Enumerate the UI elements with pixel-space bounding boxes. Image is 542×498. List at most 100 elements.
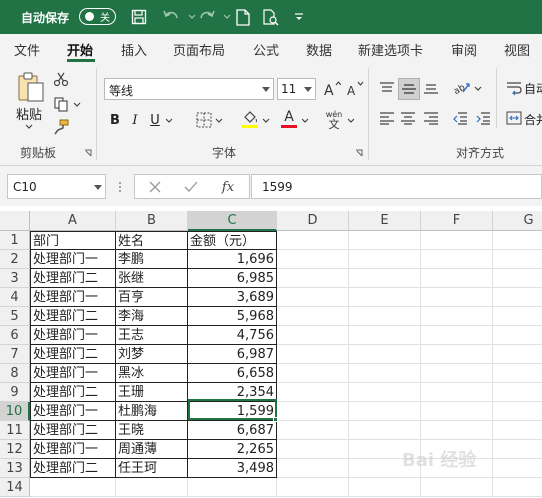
cell-f14[interactable] [421,478,493,497]
cell-a10[interactable]: 处理部门一 [30,402,116,421]
formula-input[interactable]: 1599 [251,174,542,199]
cell-a4[interactable]: 处理部门一 [30,288,116,307]
fill-handle[interactable] [273,417,278,422]
row-header-3[interactable]: 3 [0,269,30,288]
customize-toolbar-icon[interactable] [290,8,308,26]
orientation-dropdown-icon[interactable] [473,84,483,92]
cell-c5[interactable]: 5,968 [188,307,277,326]
cell-a7[interactable]: 处理部门二 [30,345,116,364]
cell-b7[interactable]: 刘梦 [116,345,188,364]
paste-icon[interactable] [15,70,47,104]
phonetic-guide-button[interactable]: wén 文 [322,108,346,132]
borders-dropdown-icon[interactable] [214,116,224,124]
cell-f3[interactable] [421,269,493,288]
cell-f2[interactable] [421,250,493,269]
name-box[interactable]: C10 [7,174,106,199]
cell-b11[interactable]: 王晓 [116,421,188,440]
cell-d6[interactable] [277,326,349,345]
cell-c7[interactable]: 6,987 [188,345,277,364]
cell-g14[interactable] [493,478,542,497]
italic-button[interactable]: I [126,110,144,130]
row-header-10[interactable]: 10 [0,402,30,421]
cell-g12[interactable] [493,440,542,459]
cell-f11[interactable] [421,421,493,440]
cell-e1[interactable] [349,231,421,250]
spreadsheet-grid[interactable]: A B C D E F G 1 部门 姓名 金额（元） 2 处理部门一 李鹏 1,696 3 处理部门二 张继 6,… [0,206,542,498]
print-preview-icon[interactable] [262,8,280,26]
cell-d7[interactable] [277,345,349,364]
bold-button[interactable]: B [106,110,124,130]
redo-icon[interactable] [198,8,216,26]
cell-b5[interactable]: 李海 [116,307,188,326]
cell-d2[interactable] [277,250,349,269]
cell-a3[interactable]: 处理部门二 [30,269,116,288]
cell-f9[interactable] [421,383,493,402]
row-header-5[interactable]: 5 [0,307,30,326]
copy-icon[interactable] [52,95,70,113]
clipboard-launcher-icon[interactable] [83,148,93,158]
tab-new[interactable]: 新建选项卡 [358,40,423,59]
cell-f7[interactable] [421,345,493,364]
cell-a5[interactable]: 处理部门二 [30,307,116,326]
cell-g9[interactable] [493,383,542,402]
column-header-f[interactable]: F [421,211,493,231]
cell-g10[interactable] [493,402,542,421]
undo-icon[interactable] [162,8,180,26]
align-bottom-icon[interactable] [421,78,441,98]
row-header-11[interactable]: 11 [0,421,30,440]
cell-e6[interactable] [349,326,421,345]
cell-f6[interactable] [421,326,493,345]
cut-icon[interactable] [52,70,70,88]
cell-a14[interactable] [30,478,116,497]
font-color-dropdown-icon[interactable] [300,116,310,124]
column-header-g[interactable]: G [493,211,542,231]
cell-b14[interactable] [116,478,188,497]
cell-b1[interactable]: 姓名 [116,231,188,250]
cell-d5[interactable] [277,307,349,326]
font-name-select[interactable]: 等线 [104,78,274,100]
cell-d1[interactable] [277,231,349,250]
cell-c10[interactable]: 1,599 [188,402,277,421]
increase-indent-icon[interactable] [473,108,493,128]
merge-center-icon[interactable] [505,108,523,128]
cell-b10[interactable]: 杜鹏海 [116,402,188,421]
cell-c8[interactable]: 6,658 [188,364,277,383]
wrap-text-icon[interactable] [505,78,523,98]
row-header-12[interactable]: 12 [0,440,30,459]
cell-g1[interactable] [493,231,542,250]
cell-g2[interactable] [493,250,542,269]
cell-g13[interactable] [493,459,542,478]
drag-handle-icon[interactable] [116,179,124,195]
cell-b6[interactable]: 王志 [116,326,188,345]
orientation-icon[interactable]: ab [452,78,472,98]
copy-dropdown-icon[interactable] [72,100,82,108]
cell-b12[interactable]: 周通薄 [116,440,188,459]
new-document-icon[interactable] [234,8,252,26]
cell-c12[interactable]: 2,265 [188,440,277,459]
cell-b8[interactable]: 黑冰 [116,364,188,383]
cell-a2[interactable]: 处理部门一 [30,250,116,269]
paste-dropdown-icon[interactable] [24,122,34,130]
underline-button[interactable]: U [146,110,164,130]
column-header-a[interactable]: A [30,211,116,231]
tab-page-layout[interactable]: 页面布局 [173,40,225,59]
cell-c14[interactable] [188,478,277,497]
cell-d9[interactable] [277,383,349,402]
cell-d8[interactable] [277,364,349,383]
cell-b9[interactable]: 王珊 [116,383,188,402]
autosave-toggle[interactable]: 关 [79,8,116,25]
cell-d10[interactable] [277,402,349,421]
cell-a11[interactable]: 处理部门二 [30,421,116,440]
align-center-icon[interactable] [398,108,418,128]
merge-label[interactable]: 合并 [524,111,542,128]
cell-c1[interactable]: 金额（元） [188,231,277,250]
cell-a6[interactable]: 处理部门一 [30,326,116,345]
cell-a8[interactable]: 处理部门一 [30,364,116,383]
borders-icon[interactable] [195,110,213,130]
cell-d3[interactable] [277,269,349,288]
row-header-7[interactable]: 7 [0,345,30,364]
cell-b13[interactable]: 任王珂 [116,459,188,478]
row-header-14[interactable]: 14 [0,478,30,497]
cell-f8[interactable] [421,364,493,383]
cell-f10[interactable] [421,402,493,421]
